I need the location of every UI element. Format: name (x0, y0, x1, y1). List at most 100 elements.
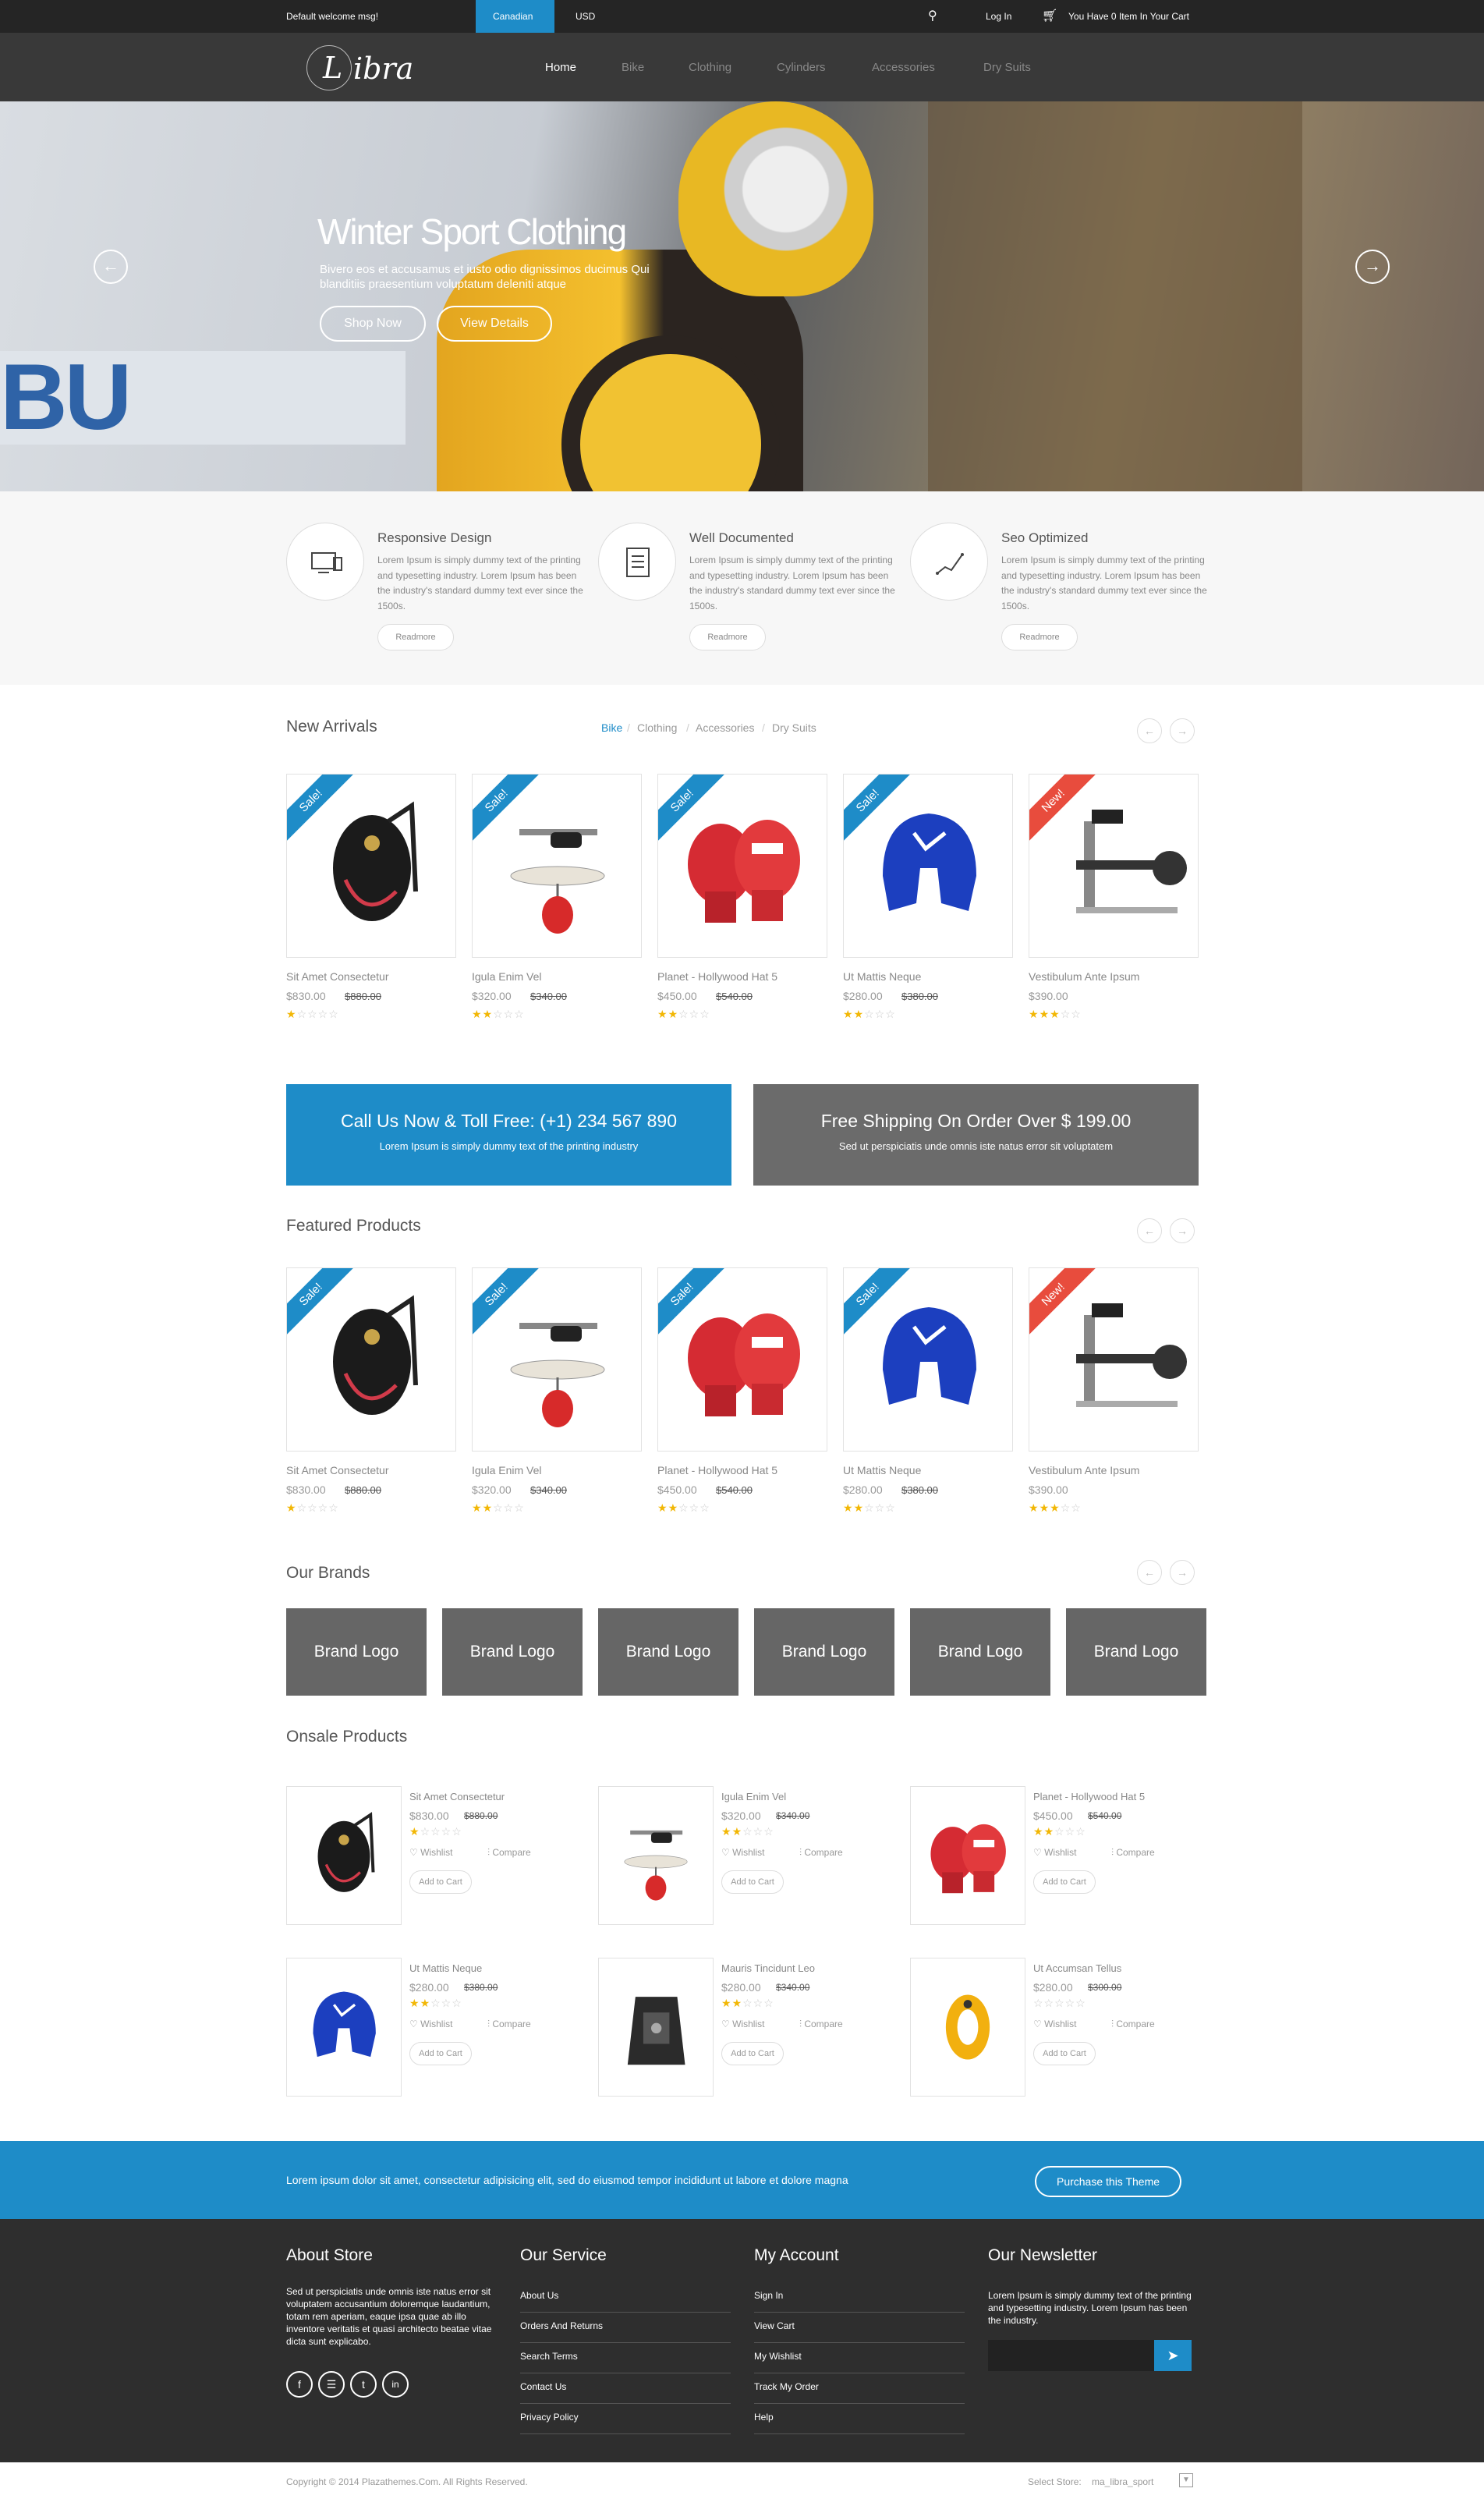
onsale-product-image[interactable] (598, 1958, 714, 2097)
chevron-down-icon[interactable]: ▼ (1179, 2473, 1193, 2487)
add-to-cart-button[interactable]: Add to Cart (721, 2042, 784, 2065)
product-name[interactable]: Ut Mattis Neque (843, 970, 921, 983)
compare-link[interactable]: ⫶ Compare (487, 2019, 531, 2030)
store-select[interactable]: ma_libra_sport (1092, 2476, 1153, 2487)
footer-link[interactable]: Orders And Returns (520, 2313, 731, 2343)
onsale-product-image[interactable] (598, 1786, 714, 1925)
search-icon[interactable]: ⚲ (928, 8, 937, 23)
footer-link[interactable]: My Wishlist (754, 2343, 965, 2373)
add-to-cart-button[interactable]: Add to Cart (721, 1870, 784, 1894)
product-name[interactable]: Planet - Hollywood Hat 5 (657, 1464, 777, 1476)
add-to-cart-button[interactable]: Add to Cart (1033, 2042, 1096, 2065)
facebook-icon[interactable]: f (286, 2371, 313, 2398)
product-card[interactable]: Sale! (657, 1267, 827, 1452)
call-us-banner[interactable]: Call Us Now & Toll Free: (+1) 234 567 89… (286, 1084, 731, 1186)
featured-next-arrow-icon[interactable]: → (1170, 1218, 1195, 1243)
purchase-theme-button[interactable]: Purchase this Theme (1035, 2166, 1181, 2197)
linkedin-icon[interactable]: in (382, 2371, 409, 2398)
compare-link[interactable]: ⫶ Compare (487, 1847, 531, 1859)
compare-link[interactable]: ⫶ Compare (799, 2019, 843, 2030)
footer-link[interactable]: Sign In (754, 2282, 965, 2313)
product-card[interactable]: New! (1029, 774, 1199, 958)
brand-logo[interactable]: Brand Logo (286, 1608, 427, 1696)
product-card[interactable]: Sale! (843, 774, 1013, 958)
product-name[interactable]: Sit Amet Consectetur (286, 1464, 389, 1476)
onsale-product-name[interactable]: Mauris Tincidunt Leo (721, 1962, 815, 1974)
product-name[interactable]: Vestibulum Ante Ipsum (1029, 970, 1139, 983)
add-to-cart-button[interactable]: Add to Cart (409, 1870, 472, 1894)
nav-clothing[interactable]: Clothing (689, 61, 731, 74)
footer-link[interactable]: Privacy Policy (520, 2404, 731, 2434)
product-name[interactable]: Sit Amet Consectetur (286, 970, 389, 983)
readmore-button[interactable]: Readmore (1001, 624, 1078, 650)
nav-dry-suits[interactable]: Dry Suits (983, 61, 1031, 74)
onsale-product-name[interactable]: Planet - Hollywood Hat 5 (1033, 1791, 1145, 1802)
onsale-product-name[interactable]: Igula Enim Vel (721, 1791, 786, 1802)
brands-next-arrow-icon[interactable]: → (1170, 1560, 1195, 1585)
hero-prev-arrow-icon[interactable]: ← (94, 250, 128, 284)
cart-icon[interactable]: 🛒︎ (1042, 8, 1057, 23)
compare-link[interactable]: ⫶ Compare (1111, 2019, 1155, 2030)
product-name[interactable]: Planet - Hollywood Hat 5 (657, 970, 777, 983)
product-card[interactable]: Sale! (286, 1267, 456, 1452)
wishlist-link[interactable]: ♡ Wishlist (1033, 2019, 1076, 2029)
tab-accessories[interactable]: Accessories (696, 721, 754, 734)
product-name[interactable]: Vestibulum Ante Ipsum (1029, 1464, 1139, 1476)
brand-logo[interactable]: Brand Logo (910, 1608, 1050, 1696)
arrivals-prev-arrow-icon[interactable]: ← (1137, 718, 1162, 743)
onsale-product-name[interactable]: Ut Mattis Neque (409, 1962, 482, 1974)
featured-prev-arrow-icon[interactable]: ← (1137, 1218, 1162, 1243)
brands-prev-arrow-icon[interactable]: ← (1137, 1560, 1162, 1585)
footer-link[interactable]: Search Terms (520, 2343, 731, 2373)
product-card[interactable]: Sale! (843, 1267, 1013, 1452)
onsale-product-image[interactable] (910, 1786, 1025, 1925)
nav-accessories[interactable]: Accessories (872, 61, 935, 74)
send-icon[interactable]: ➤ (1154, 2340, 1192, 2371)
product-card[interactable]: Sale! (472, 774, 642, 958)
twitter-icon[interactable]: t (350, 2371, 377, 2398)
nav-home[interactable]: Home (545, 61, 576, 74)
onsale-product-image[interactable] (286, 1786, 402, 1925)
onsale-product-image[interactable] (286, 1958, 402, 2097)
brand-logo[interactable]: Brand Logo (442, 1608, 583, 1696)
view-details-button[interactable]: View Details (437, 306, 552, 342)
tab-dry-suits[interactable]: Dry Suits (772, 721, 816, 734)
wishlist-link[interactable]: ♡ Wishlist (409, 1847, 452, 1858)
onsale-product-name[interactable]: Sit Amet Consectetur (409, 1791, 505, 1802)
wishlist-link[interactable]: ♡ Wishlist (721, 1847, 764, 1858)
product-card[interactable]: New! (1029, 1267, 1199, 1452)
currency-canadian-button[interactable]: Canadian (476, 0, 554, 33)
footer-link[interactable]: Contact Us (520, 2373, 731, 2404)
readmore-button[interactable]: Readmore (689, 624, 766, 650)
wishlist-link[interactable]: ♡ Wishlist (409, 2019, 452, 2029)
currency-usd-button[interactable]: USD (576, 11, 595, 22)
nav-bike[interactable]: Bike (622, 61, 644, 74)
footer-link[interactable]: Help (754, 2404, 965, 2434)
footer-link[interactable]: Track My Order (754, 2373, 965, 2404)
footer-link[interactable]: View Cart (754, 2313, 965, 2343)
shop-now-button[interactable]: Shop Now (320, 306, 426, 342)
free-shipping-banner[interactable]: Free Shipping On Order Over $ 199.00 Sed… (753, 1084, 1199, 1186)
compare-link[interactable]: ⫶ Compare (1111, 1847, 1155, 1859)
product-name[interactable]: Ut Mattis Neque (843, 1464, 921, 1476)
cart-summary[interactable]: You Have 0 Item In Your Cart (1068, 11, 1189, 22)
tab-clothing[interactable]: Clothing (637, 721, 677, 734)
nav-cylinders[interactable]: Cylinders (777, 61, 826, 74)
wishlist-link[interactable]: ♡ Wishlist (721, 2019, 764, 2029)
tab-bike[interactable]: Bike (601, 721, 622, 734)
add-to-cart-button[interactable]: Add to Cart (1033, 1870, 1096, 1894)
logo[interactable]: L (306, 45, 352, 90)
brand-logo[interactable]: Brand Logo (1066, 1608, 1206, 1696)
arrivals-next-arrow-icon[interactable]: → (1170, 718, 1195, 743)
wishlist-link[interactable]: ♡ Wishlist (1033, 1847, 1076, 1858)
rss-icon[interactable]: ☰ (318, 2371, 345, 2398)
onsale-product-name[interactable]: Ut Accumsan Tellus (1033, 1962, 1121, 1974)
brand-logo[interactable]: Brand Logo (598, 1608, 738, 1696)
product-card[interactable]: Sale! (657, 774, 827, 958)
product-card[interactable]: Sale! (286, 774, 456, 958)
hero-next-arrow-icon[interactable]: → (1355, 250, 1390, 284)
footer-link[interactable]: About Us (520, 2282, 731, 2313)
add-to-cart-button[interactable]: Add to Cart (409, 2042, 472, 2065)
product-name[interactable]: Igula Enim Vel (472, 970, 542, 983)
onsale-product-image[interactable] (910, 1958, 1025, 2097)
